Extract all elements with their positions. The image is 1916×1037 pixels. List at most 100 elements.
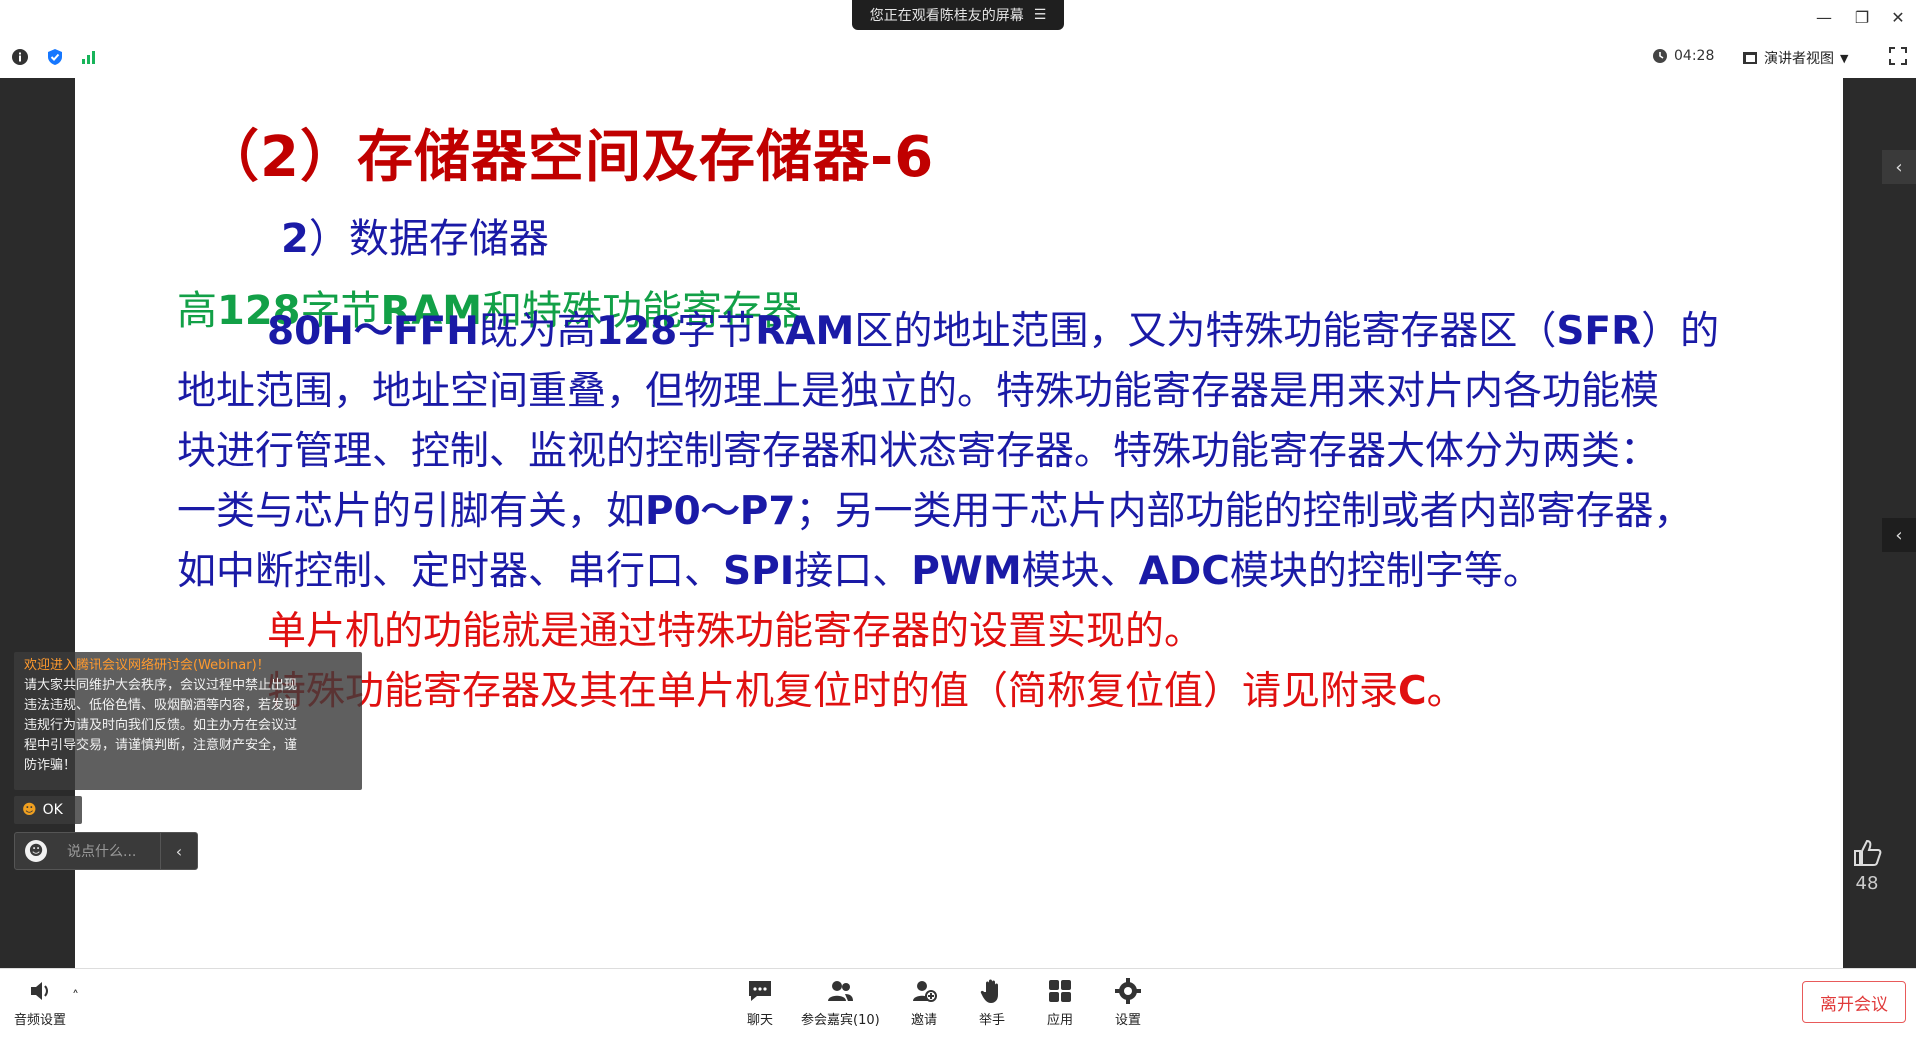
shared-slide: （2）存储器空间及存储器-6 2）数据存储器 高128字节RAM和特殊功能寄存器…: [75, 78, 1843, 968]
chevron-up-icon[interactable]: ˄: [72, 989, 79, 1005]
invite-label: 邀请: [910, 1013, 937, 1028]
apps-button[interactable]: 应用: [1046, 977, 1074, 1028]
chat-button[interactable]: 聊天: [746, 977, 774, 1028]
window-titlebar: 您正在观看陈桂友的屏幕 ☰ — ❐ ✕: [0, 0, 1916, 38]
text-segment: 一类与芯片的引脚有关，如: [177, 489, 646, 534]
restore-button[interactable]: ❐: [1850, 8, 1874, 27]
text-segment: ；另一类用于芯片内部功能的控制或者内部寄存器，: [795, 489, 1693, 534]
raise-hand-button[interactable]: 举手: [978, 977, 1006, 1028]
settings-label: 设置: [1114, 1013, 1141, 1028]
meeting-info-bar: [0, 38, 1916, 79]
fullscreen-icon[interactable]: [1888, 46, 1908, 66]
notice-line: 程中引导交易，请谨慎判断，注意财产安全，谨: [24, 738, 298, 753]
red-note-line: 特殊功能寄存器及其在单片机复位时的值（简称复位值）请见附录C。: [267, 660, 1466, 716]
open-sidebar-button[interactable]: ‹: [1882, 518, 1916, 552]
chat-label: 聊天: [746, 1013, 773, 1028]
apps-label: 应用: [1046, 1013, 1073, 1028]
view-mode-dropdown[interactable]: 演讲者视图 ▼: [1742, 48, 1848, 68]
body-line: 地址范围，地址空间重叠，但物理上是独立的。特殊功能寄存器是用来对片内各功能模: [177, 360, 1659, 416]
signal-icon[interactable]: [80, 48, 98, 66]
text-segment: 字节: [677, 309, 756, 354]
presenter-view-icon: [1743, 52, 1757, 64]
text-segment: SPI: [723, 549, 795, 594]
audio-settings-label: 音频设置: [14, 1013, 67, 1028]
collapse-chat-button[interactable]: ‹: [160, 833, 197, 869]
minimize-button[interactable]: —: [1812, 8, 1836, 27]
body-line: 80H～FFH既为高128字节RAM区的地址范围，又为特殊功能寄存器区（SFR）…: [267, 300, 1719, 356]
text-segment: 高: [177, 288, 217, 334]
menu-icon: ☰: [1033, 7, 1047, 23]
meeting-timer: 04:28: [1652, 48, 1714, 64]
screen-share-label: 您正在观看陈桂友的屏幕: [869, 8, 1024, 24]
info-icon[interactable]: [11, 48, 29, 66]
red-note-line: 单片机的功能就是通过特殊功能寄存器的设置实现的。: [267, 600, 1203, 656]
emoji-icon[interactable]: ☻: [25, 840, 47, 862]
text-segment: SFR: [1556, 309, 1642, 354]
thumbs-up-icon[interactable]: [1851, 838, 1883, 868]
chat-input-placeholder[interactable]: 说点什么...: [67, 841, 160, 861]
body-line: 块进行管理、控制、监视的控制寄存器和状态寄存器。特殊功能寄存器大体分为两类：: [177, 420, 1659, 476]
text-segment: 单片机的功能就是通过特殊功能寄存器的设置实现的。: [267, 609, 1204, 654]
raise-hand-label: 举手: [978, 1013, 1005, 1028]
participants-button[interactable]: 参会嘉宾(10): [801, 977, 880, 1028]
slide-title: （2）存储器空间及存储器-6: [203, 125, 935, 190]
audio-settings-button[interactable]: 音频设置: [14, 977, 66, 1028]
user-avatar-icon: ☻: [22, 802, 37, 818]
notice-line: 防诈骗！: [24, 758, 77, 773]
hand-icon: [980, 979, 998, 1003]
shield-icon[interactable]: [46, 48, 64, 66]
text-segment: RAM: [755, 309, 855, 354]
timer-text: 04:28: [1674, 48, 1715, 64]
speaker-icon: [31, 982, 48, 1000]
subheading-number: 2: [281, 216, 309, 262]
view-mode-label: 演讲者视图: [1764, 51, 1834, 67]
text-segment: ）的: [1641, 309, 1720, 354]
text-segment: 模块的控制字等。: [1229, 549, 1542, 594]
gear-icon: [1115, 978, 1141, 1004]
close-button[interactable]: ✕: [1886, 8, 1910, 27]
expand-panel-button[interactable]: ‹: [1882, 150, 1916, 184]
chevron-down-icon: ▼: [1840, 51, 1849, 65]
chat-message-text: OK: [42, 802, 63, 818]
text-segment: 地址范围，地址空间重叠，但物理上是独立的。特殊功能寄存器是用来对片内各功能模: [177, 369, 1660, 414]
chat-message: ☻ OK: [14, 796, 82, 824]
participants-icon: [828, 981, 854, 1001]
clock-icon: [1653, 49, 1667, 63]
screen-share-banner[interactable]: 您正在观看陈桂友的屏幕 ☰: [852, 0, 1064, 30]
chevron-left-icon: ‹: [1895, 156, 1903, 178]
notice-line: 违规行为请及时向我们反馈。如主办方在会议过: [24, 718, 298, 733]
body-line: 一类与芯片的引脚有关，如P0～P7；另一类用于芯片内部功能的控制或者内部寄存器，: [177, 480, 1692, 536]
chevron-left-icon: ‹: [175, 841, 183, 861]
notice-body: 请大家共同维护大会秩序，会议过程中禁止出现 违法违规、低俗色情、吸烟酗酒等内容，若…: [24, 676, 352, 776]
chat-icon: [749, 981, 771, 1001]
text-segment: 模块、: [1021, 549, 1139, 594]
text-segment: 区的地址范围，又为特殊功能寄存器区（: [854, 309, 1557, 354]
notice-line: 违法违规、低俗色情、吸烟酗酒等内容，若发现: [24, 698, 298, 713]
text-segment: P0～P7: [645, 489, 796, 534]
notice-title: 欢迎进入腾讯会议网络研讨会(Webinar)！: [24, 658, 270, 673]
text-segment: 特殊功能寄存器及其在单片机复位时的值（简称复位值）请见附录: [267, 669, 1399, 714]
text-segment: 块进行管理、控制、监视的控制寄存器和状态寄存器。特殊功能寄存器大体分为两类：: [177, 429, 1660, 474]
settings-button[interactable]: 设置: [1114, 977, 1142, 1028]
text-segment: C: [1398, 669, 1427, 714]
body-line: 如中断控制、定时器、串行口、SPI接口、PWM模块、ADC模块的控制字等。: [177, 540, 1542, 596]
text-segment: 既为高: [478, 309, 596, 354]
like-count: 48: [1855, 873, 1879, 894]
text-segment: 如中断控制、定时器、串行口、: [177, 549, 724, 594]
subheading-text: ）数据存储器: [308, 216, 549, 262]
invite-icon: [913, 981, 937, 1002]
text-segment: 接口、: [794, 549, 912, 594]
text-segment: 。: [1426, 669, 1466, 714]
text-segment: 80H～FFH: [267, 309, 479, 354]
chevron-left-icon: ‹: [1895, 524, 1903, 546]
like-reaction[interactable]: 48: [1845, 838, 1889, 894]
notice-line: 请大家共同维护大会秩序，会议过程中禁止出现: [24, 678, 298, 693]
meeting-toolbar: 音频设置 ˄ 聊天 参会嘉宾(10) 邀请 举手 应用 设置: [0, 968, 1916, 1037]
slide-subheading: 2）数据存储器: [281, 206, 549, 264]
text-segment: 128: [595, 309, 678, 354]
chat-input-box[interactable]: ☻ 说点什么... ‹: [14, 832, 198, 870]
apps-icon: [1049, 980, 1071, 1002]
invite-button[interactable]: 邀请: [910, 977, 938, 1028]
leave-meeting-button[interactable]: 离开会议: [1802, 981, 1906, 1023]
welcome-notice: 欢迎进入腾讯会议网络研讨会(Webinar)！ 请大家共同维护大会秩序，会议过程…: [14, 652, 362, 790]
